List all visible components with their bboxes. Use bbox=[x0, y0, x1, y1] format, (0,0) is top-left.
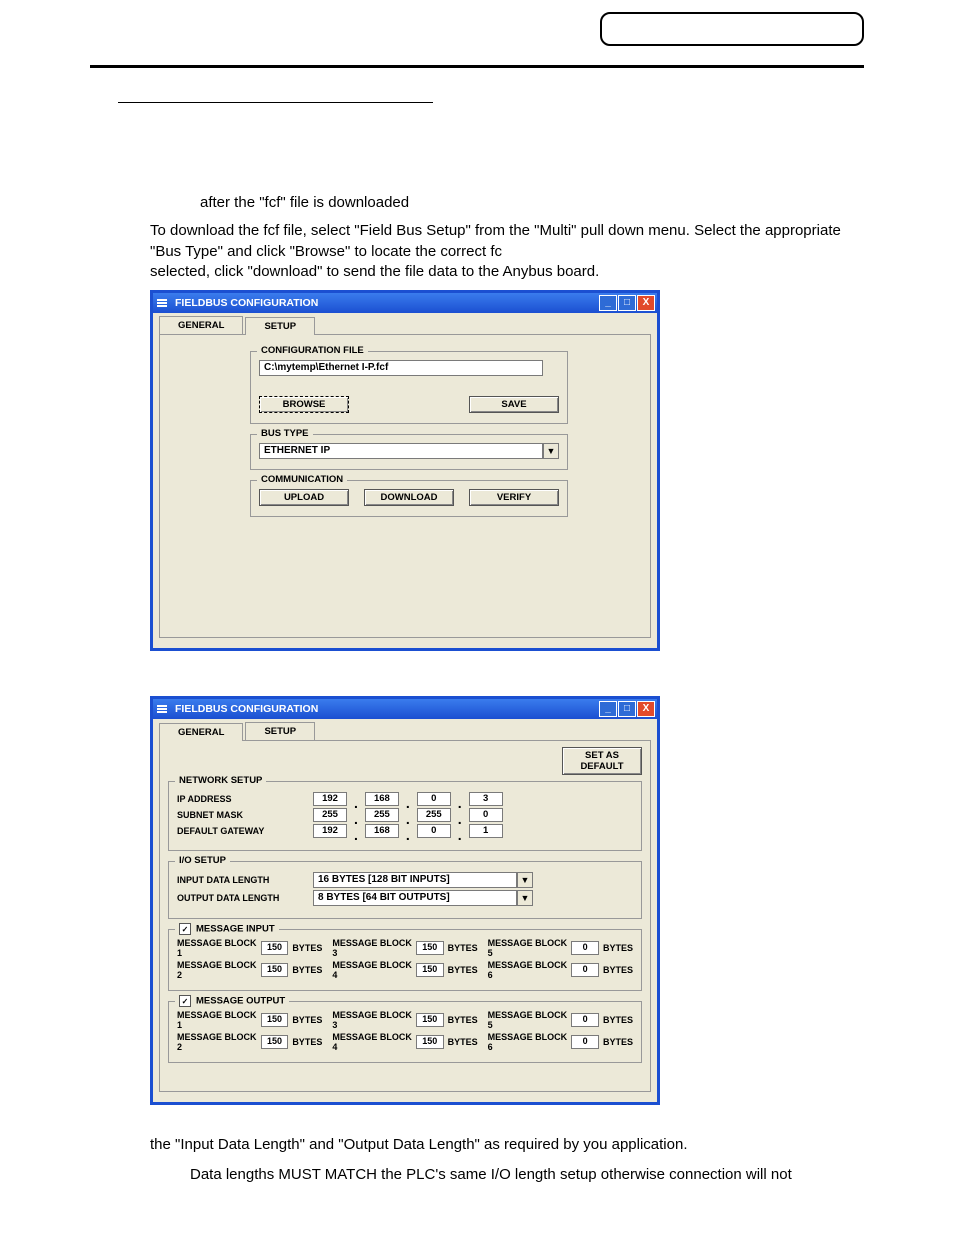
gateway-octet[interactable]: 168 bbox=[365, 824, 399, 838]
msg-block-value[interactable]: 150 bbox=[416, 1035, 444, 1049]
msg-block-label: MESSAGE BLOCK 3 bbox=[332, 938, 412, 958]
msg-block-value[interactable]: 150 bbox=[261, 1035, 289, 1049]
gateway-octet[interactable]: 1 bbox=[469, 824, 503, 838]
minimize-button[interactable]: _ bbox=[599, 701, 617, 717]
group-legend: BUS TYPE bbox=[257, 428, 313, 439]
msg-block-label: MESSAGE BLOCK 4 bbox=[332, 960, 412, 980]
msg-block-value[interactable]: 150 bbox=[261, 963, 289, 977]
group-config-file: CONFIGURATION FILE C:\mytemp\Ethernet I-… bbox=[250, 351, 568, 424]
tab-setup[interactable]: SETUP bbox=[245, 317, 315, 335]
msg-block-label: MESSAGE BLOCK 3 bbox=[332, 1010, 412, 1030]
msg-block-value[interactable]: 150 bbox=[416, 941, 444, 955]
header-box bbox=[600, 12, 864, 46]
maximize-button[interactable]: □ bbox=[618, 295, 636, 311]
msg-input-checkbox[interactable]: ✓ bbox=[179, 923, 191, 935]
input-length-select[interactable]: 16 BYTES [128 BIT INPUTS] ▼ bbox=[313, 872, 533, 888]
tab-general[interactable]: GENERAL bbox=[159, 316, 243, 334]
msg-block-label: MESSAGE BLOCK 6 bbox=[488, 1032, 568, 1052]
gateway-octet[interactable]: 0 bbox=[417, 824, 451, 838]
group-legend: COMMUNICATION bbox=[257, 474, 347, 485]
window-title: FIELDBUS CONFIGURATION bbox=[175, 703, 318, 715]
msg-block-value[interactable]: 150 bbox=[416, 1013, 444, 1027]
subnet-octet[interactable]: 255 bbox=[417, 808, 451, 822]
msg-block-label: MESSAGE BLOCK 4 bbox=[332, 1032, 412, 1052]
ip-octet[interactable]: 168 bbox=[365, 792, 399, 806]
chevron-down-icon[interactable]: ▼ bbox=[543, 443, 559, 459]
msg-block-value[interactable]: 150 bbox=[261, 941, 289, 955]
msg-block-label: MESSAGE BLOCK 1 bbox=[177, 938, 257, 958]
group-legend: ✓MESSAGE INPUT bbox=[175, 923, 279, 935]
set-default-button[interactable]: SET AS DEFAULT bbox=[562, 747, 642, 775]
close-button[interactable]: X bbox=[637, 295, 655, 311]
gateway-label: DEFAULT GATEWAY bbox=[177, 826, 307, 836]
body-text: Data lengths MUST MATCH the PLC's same I… bbox=[190, 1165, 864, 1185]
group-legend: ✓MESSAGE OUTPUT bbox=[175, 995, 289, 1007]
browse-button[interactable]: BROWSE bbox=[259, 396, 349, 413]
ip-label: IP ADDRESS bbox=[177, 794, 307, 804]
app-icon bbox=[157, 298, 169, 308]
close-button[interactable]: X bbox=[637, 701, 655, 717]
msg-block-value[interactable]: 150 bbox=[261, 1013, 289, 1027]
input-length-label: INPUT DATA LENGTH bbox=[177, 875, 307, 885]
tab-general[interactable]: GENERAL bbox=[159, 723, 243, 741]
tab-setup[interactable]: SETUP bbox=[245, 722, 315, 740]
chevron-down-icon[interactable]: ▼ bbox=[517, 890, 533, 906]
msg-block-label: MESSAGE BLOCK 6 bbox=[488, 960, 568, 980]
msg-block-value[interactable]: 0 bbox=[571, 963, 599, 977]
msg-block-value[interactable]: 0 bbox=[571, 941, 599, 955]
output-length-select[interactable]: 8 BYTES [64 BIT OUTPUTS] ▼ bbox=[313, 890, 533, 906]
group-io-setup: I/O SETUP INPUT DATA LENGTH 16 BYTES [12… bbox=[168, 861, 642, 919]
bustype-select[interactable]: ETHERNET IP ▼ bbox=[259, 443, 559, 459]
msg-block-label: MESSAGE BLOCK 5 bbox=[488, 938, 568, 958]
group-communication: COMMUNICATION UPLOAD DOWNLOAD VERIFY bbox=[250, 480, 568, 517]
subnet-octet[interactable]: 0 bbox=[469, 808, 503, 822]
save-button[interactable]: SAVE bbox=[469, 396, 559, 413]
group-bus-type: BUS TYPE ETHERNET IP ▼ bbox=[250, 434, 568, 470]
group-legend: NETWORK SETUP bbox=[175, 775, 266, 786]
horizontal-rule bbox=[90, 65, 864, 68]
msg-block-label: MESSAGE BLOCK 2 bbox=[177, 1032, 257, 1052]
download-button[interactable]: DOWNLOAD bbox=[364, 489, 454, 506]
group-network-setup: NETWORK SETUP IP ADDRESS 192. 168. 0. 3 … bbox=[168, 781, 642, 851]
msg-block-value[interactable]: 150 bbox=[416, 963, 444, 977]
msg-block-label: MESSAGE BLOCK 1 bbox=[177, 1010, 257, 1030]
upload-button[interactable]: UPLOAD bbox=[259, 489, 349, 506]
msg-block-label: MESSAGE BLOCK 5 bbox=[488, 1010, 568, 1030]
chevron-down-icon[interactable]: ▼ bbox=[517, 872, 533, 888]
group-legend: CONFIGURATION FILE bbox=[257, 345, 368, 356]
ip-octet[interactable]: 0 bbox=[417, 792, 451, 806]
msg-block-label: MESSAGE BLOCK 2 bbox=[177, 960, 257, 980]
app-icon bbox=[157, 704, 169, 714]
body-text: the "Input Data Length" and "Output Data… bbox=[150, 1135, 864, 1155]
ip-octet[interactable]: 192 bbox=[313, 792, 347, 806]
config-path-input[interactable]: C:\mytemp\Ethernet I-P.fcf bbox=[259, 360, 543, 376]
subnet-label: SUBNET MASK bbox=[177, 810, 307, 820]
ip-octet[interactable]: 3 bbox=[469, 792, 503, 806]
group-legend: I/O SETUP bbox=[175, 855, 230, 866]
body-text: To download the fcf file, select "Field … bbox=[150, 221, 864, 282]
gateway-octet[interactable]: 192 bbox=[313, 824, 347, 838]
minimize-button[interactable]: _ bbox=[599, 295, 617, 311]
msg-block-value[interactable]: 0 bbox=[571, 1035, 599, 1049]
msg-block-value[interactable]: 0 bbox=[571, 1013, 599, 1027]
group-message-output: ✓MESSAGE OUTPUT MESSAGE BLOCK 1150BYTES … bbox=[168, 1001, 642, 1063]
fieldbus-window-setup: FIELDBUS CONFIGURATION _ □ X GENERAL SET… bbox=[150, 290, 660, 651]
msg-output-checkbox[interactable]: ✓ bbox=[179, 995, 191, 1007]
body-text: after the "fcf" file is downloaded bbox=[200, 193, 864, 213]
verify-button[interactable]: VERIFY bbox=[469, 489, 559, 506]
group-message-input: ✓MESSAGE INPUT MESSAGE BLOCK 1150BYTES M… bbox=[168, 929, 642, 991]
title-bar[interactable]: FIELDBUS CONFIGURATION _ □ X bbox=[153, 699, 657, 719]
section-underline bbox=[118, 100, 433, 103]
output-length-label: OUTPUT DATA LENGTH bbox=[177, 893, 307, 903]
window-title: FIELDBUS CONFIGURATION bbox=[175, 297, 318, 309]
fieldbus-window-general: FIELDBUS CONFIGURATION _ □ X GENERAL SET… bbox=[150, 696, 660, 1105]
subnet-octet[interactable]: 255 bbox=[365, 808, 399, 822]
subnet-octet[interactable]: 255 bbox=[313, 808, 347, 822]
title-bar[interactable]: FIELDBUS CONFIGURATION _ □ X bbox=[153, 293, 657, 313]
maximize-button[interactable]: □ bbox=[618, 701, 636, 717]
